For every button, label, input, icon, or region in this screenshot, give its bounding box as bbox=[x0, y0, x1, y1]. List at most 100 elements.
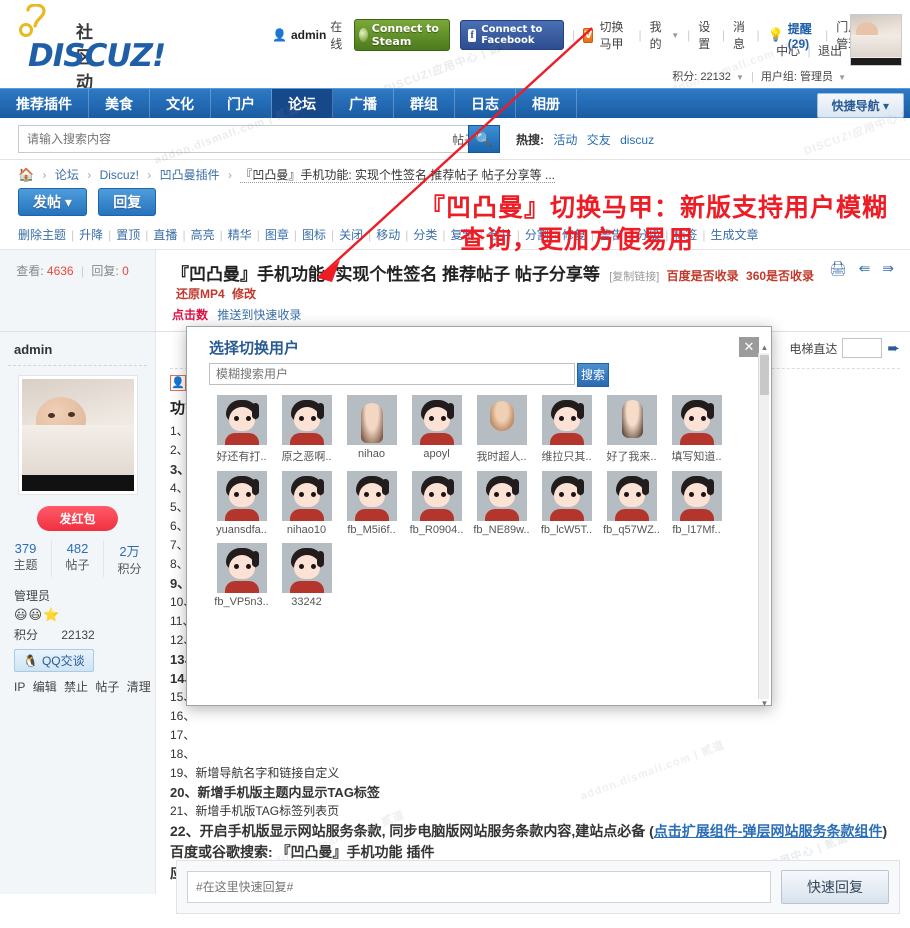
usergroup-link[interactable]: 用户组: 管理员 bbox=[761, 71, 833, 83]
mod-action-1[interactable]: 升降 bbox=[79, 228, 103, 242]
user-avatar[interactable] bbox=[541, 395, 592, 445]
user-cell-11[interactable]: fb_R0904.. bbox=[404, 471, 469, 536]
edit-tag[interactable]: 修改 bbox=[232, 287, 256, 301]
scroll-down-icon[interactable]: ▼ bbox=[760, 699, 769, 709]
nav-item-3[interactable]: 门户 bbox=[211, 89, 272, 118]
user-cell-0[interactable]: 好还有打.. bbox=[209, 395, 274, 464]
user-cell-6[interactable]: 好了我来.. bbox=[599, 395, 664, 464]
next-icon[interactable]: ⇛ bbox=[882, 260, 898, 276]
nav-item-0[interactable]: 推荐插件 bbox=[0, 89, 89, 118]
stat-points[interactable]: 2万 积分 bbox=[104, 541, 155, 577]
breadcrumb-current[interactable]: 『凹凸曼』手机功能: 实现个性签名 推荐帖子 帖子分享等 ... bbox=[240, 168, 555, 183]
breadcrumb-item-1[interactable]: Discuz! bbox=[100, 168, 139, 182]
mod-action-9[interactable]: 移动 bbox=[376, 228, 400, 242]
settings-link[interactable]: 设置 bbox=[698, 18, 714, 52]
author-username[interactable]: admin bbox=[0, 342, 155, 357]
site-logo[interactable]: 社区动力 DISCUZ! bbox=[18, 4, 166, 117]
hot-search-item-1[interactable]: 交友 bbox=[587, 133, 611, 147]
author-link-edit[interactable]: 编辑 bbox=[33, 680, 57, 694]
user-cell-7[interactable]: 填写知道.. bbox=[664, 395, 729, 464]
user-cell-8[interactable]: yuansdfa.. bbox=[209, 471, 274, 536]
vest-switch-link[interactable]: 切换马甲 bbox=[599, 18, 630, 52]
mod-action-13[interactable]: 分割 bbox=[525, 228, 549, 242]
user-avatar[interactable] bbox=[411, 395, 462, 445]
user-avatar[interactable] bbox=[671, 395, 722, 445]
click-count-label[interactable]: 点击数 bbox=[172, 308, 208, 322]
author-link-clean[interactable]: 清理 bbox=[127, 680, 151, 694]
user-cell-4[interactable]: 我时超人.. bbox=[469, 395, 534, 464]
connect-facebook-button[interactable]: f Connect to Facebook bbox=[460, 20, 564, 50]
user-avatar[interactable] bbox=[606, 471, 657, 521]
user-cell-12[interactable]: fb_NE89w.. bbox=[469, 471, 534, 536]
user-avatar[interactable] bbox=[476, 395, 527, 445]
so360-indexed-tag[interactable]: 360是否收录 bbox=[746, 269, 814, 283]
user-avatar[interactable] bbox=[346, 471, 397, 521]
elevator-icon[interactable]: ➨ bbox=[887, 339, 900, 357]
user-cell-9[interactable]: nihao10 bbox=[274, 471, 339, 536]
reply-button[interactable]: 回复 bbox=[98, 188, 157, 216]
stat-threads[interactable]: 379 主题 bbox=[0, 541, 52, 577]
dialog-scrollbar[interactable]: ▲ ▼ bbox=[758, 343, 769, 708]
breadcrumb-item-0[interactable]: 论坛 bbox=[55, 168, 79, 182]
author-link-ip[interactable]: IP bbox=[14, 680, 25, 694]
user-avatar[interactable] bbox=[671, 471, 722, 521]
close-icon[interactable]: ✕ bbox=[739, 337, 759, 357]
hot-search-item-0[interactable]: 活动 bbox=[553, 133, 577, 147]
nav-item-8[interactable]: 相册 bbox=[516, 89, 577, 118]
nav-item-5[interactable]: 广播 bbox=[333, 89, 394, 118]
print-icon[interactable]: 🖨 bbox=[829, 260, 851, 276]
user-cell-14[interactable]: fb_q57WZ.. bbox=[599, 471, 664, 536]
user-avatar[interactable] bbox=[346, 395, 397, 445]
scroll-up-icon[interactable]: ▲ bbox=[760, 343, 769, 353]
user-avatar[interactable] bbox=[281, 471, 332, 521]
nav-item-7[interactable]: 日志 bbox=[455, 89, 516, 118]
breadcrumb-item-2[interactable]: 凹凸曼插件 bbox=[160, 168, 220, 182]
nav-item-4[interactable]: 论坛 bbox=[272, 89, 333, 118]
user-avatar[interactable] bbox=[541, 471, 592, 521]
mod-action-8[interactable]: 关闭 bbox=[339, 228, 363, 242]
points-link[interactable]: 积分: 22132 bbox=[672, 71, 731, 83]
scrollbar-thumb[interactable] bbox=[760, 355, 769, 395]
user-avatar[interactable] bbox=[216, 471, 267, 521]
push-fast-index-link[interactable]: 推送到快速收录 bbox=[217, 308, 301, 322]
quick-reply-button[interactable]: 快速回复 bbox=[781, 870, 889, 904]
user-cell-5[interactable]: 维拉只其.. bbox=[534, 395, 599, 464]
mod-action-7[interactable]: 图标 bbox=[302, 228, 326, 242]
user-cell-17[interactable]: 33242 bbox=[274, 543, 339, 608]
mod-action-17[interactable]: 标签 bbox=[673, 228, 697, 242]
elevator-input[interactable] bbox=[842, 338, 883, 358]
user-cell-13[interactable]: fb_lcW5T.. bbox=[534, 471, 599, 536]
logout-link[interactable]: 退出 bbox=[818, 44, 842, 58]
quick-nav-button[interactable]: 快捷导航 ▾ bbox=[816, 93, 904, 118]
user-cell-3[interactable]: apoyl bbox=[404, 395, 469, 464]
nav-item-6[interactable]: 群组 bbox=[394, 89, 455, 118]
search-input[interactable] bbox=[19, 126, 445, 152]
hot-search-item-2[interactable]: discuz bbox=[620, 133, 654, 147]
author-link-ban[interactable]: 禁止 bbox=[64, 680, 88, 694]
mod-action-0[interactable]: 删除主题 bbox=[18, 228, 66, 242]
my-menu-link[interactable]: 我的 bbox=[650, 18, 666, 52]
user-cell-10[interactable]: fb_M5i6f.. bbox=[339, 471, 404, 536]
header-avatar[interactable] bbox=[850, 14, 902, 66]
send-redpacket-button[interactable]: 发红包 bbox=[37, 506, 118, 531]
mod-action-16[interactable]: 分级 bbox=[636, 228, 660, 242]
prev-icon[interactable]: ⇚ bbox=[859, 260, 875, 276]
user-cell-2[interactable]: nihao bbox=[339, 395, 404, 464]
mod-action-10[interactable]: 分类 bbox=[413, 228, 437, 242]
messages-link[interactable]: 消息 bbox=[733, 18, 749, 52]
user-cell-1[interactable]: 原之恶啊.. bbox=[274, 395, 339, 464]
stat-posts[interactable]: 482 帖子 bbox=[52, 541, 104, 577]
author-avatar[interactable] bbox=[18, 376, 137, 494]
home-icon[interactable]: 🏠 bbox=[18, 167, 34, 182]
mod-action-6[interactable]: 图章 bbox=[265, 228, 289, 242]
user-avatar[interactable] bbox=[281, 543, 332, 593]
copy-link-button[interactable]: [复制链接] bbox=[609, 271, 659, 283]
mod-action-14[interactable]: 修复 bbox=[562, 228, 586, 242]
connect-steam-button[interactable]: Connect to Steam bbox=[353, 19, 451, 51]
author-link-posts[interactable]: 帖子 bbox=[95, 680, 119, 694]
quick-reply-input[interactable] bbox=[187, 871, 771, 903]
mod-action-4[interactable]: 高亮 bbox=[191, 228, 215, 242]
mod-action-3[interactable]: 直播 bbox=[153, 228, 177, 242]
nav-item-1[interactable]: 美食 bbox=[89, 89, 150, 118]
qq-chat-button[interactable]: 🐧 QQ交谈 bbox=[14, 649, 94, 672]
